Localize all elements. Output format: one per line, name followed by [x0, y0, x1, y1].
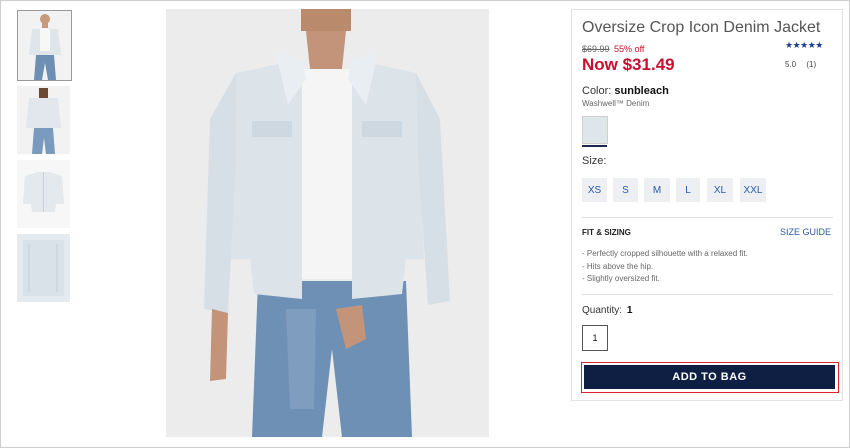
section-divider [582, 294, 833, 295]
size-option-xs[interactable]: XS [582, 178, 607, 202]
thumbnail-2[interactable] [17, 86, 70, 154]
quantity-row: Quantity: 1 [582, 305, 632, 316]
fit-details-list: - Perfectly cropped silhouette with a re… [582, 248, 748, 286]
discount-badge: 55% off [614, 44, 645, 54]
size-option-s[interactable]: S [613, 178, 638, 202]
jacket-flat-thumbnail-image [17, 160, 70, 228]
thumbnail-1[interactable] [17, 10, 72, 81]
add-to-bag-button[interactable]: ADD TO BAG [584, 365, 835, 389]
jacket-back-thumbnail-image [17, 86, 70, 154]
thumbnail-3[interactable] [17, 160, 70, 228]
color-label: Color: [582, 85, 612, 97]
model-wearing-jacket-image [166, 9, 489, 437]
fit-sizing-heading: FIT & SIZING [582, 228, 631, 237]
fabric-detail-thumbnail-image [17, 234, 70, 302]
original-price: $69.99 [582, 44, 610, 54]
size-option-l[interactable]: L [676, 178, 700, 202]
sale-price: Now $31.49 [582, 55, 675, 74]
size-option-xxl[interactable]: XXL [740, 178, 766, 202]
fit-bullet: - Slightly oversized fit. [582, 274, 660, 283]
review-count: (1) [806, 60, 817, 69]
size-guide-link[interactable]: SIZE GUIDE [780, 227, 831, 237]
rating-summary[interactable]: 5.0 (1) [785, 60, 816, 69]
quantity-label: Quantity: [582, 305, 623, 316]
quantity-value: 1 [626, 305, 633, 316]
color-swatch-sunbleach[interactable] [582, 116, 608, 144]
selected-swatch-indicator [582, 145, 607, 147]
price-row: $69.99 55% off [582, 44, 644, 54]
main-product-image[interactable] [166, 9, 489, 437]
size-label: Size: [582, 155, 607, 167]
size-option-xl[interactable]: XL [707, 178, 733, 202]
color-row: Color: sunbleach [582, 85, 669, 97]
color-value: sunbleach [614, 85, 669, 97]
fit-bullet: - Hits above the hip. [582, 261, 654, 271]
rating-stars-icon[interactable]: ★★★★★ [785, 40, 823, 51]
product-title: Oversize Crop Icon Denim Jacket [582, 19, 821, 36]
product-details-panel: Oversize Crop Icon Denim Jacket $69.99 5… [571, 9, 843, 401]
jacket-front-thumbnail-image [18, 11, 71, 80]
fit-bullet: - Perfectly cropped silhouette with a re… [582, 249, 748, 258]
size-option-m[interactable]: M [644, 178, 670, 202]
fabric-name: Washwell™ Denim [582, 99, 650, 108]
rating-value: 5.0 [785, 60, 797, 69]
thumbnail-4[interactable] [17, 234, 70, 302]
quantity-input[interactable]: 1 [582, 325, 608, 351]
section-divider [582, 217, 833, 218]
